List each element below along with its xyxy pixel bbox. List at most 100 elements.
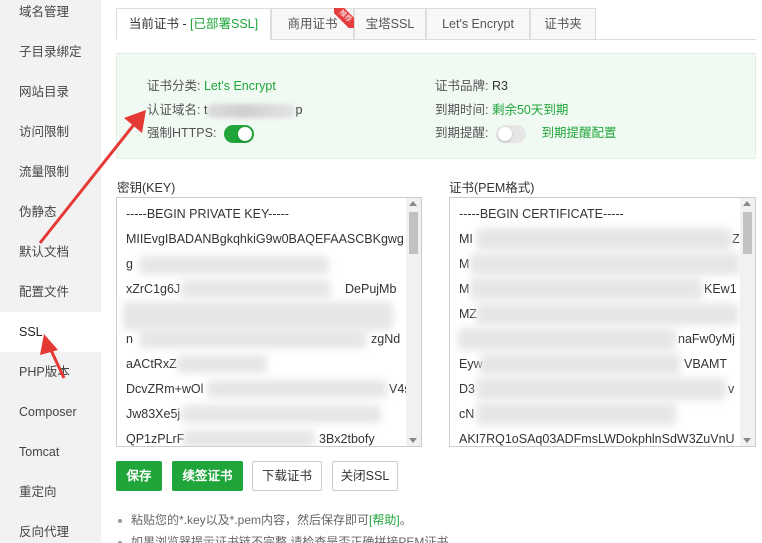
key-line: n (126, 332, 133, 346)
sidebar-item-tomcat[interactable]: Tomcat (0, 432, 101, 472)
cert-line: -----BEGIN CERTIFICATE----- (459, 207, 624, 221)
cert-line-tail: naFw0yMj (678, 332, 735, 346)
scroll-thumb[interactable] (743, 212, 752, 254)
ssl-settings-panel: 域名管理 子目录绑定 网站目录 访问限制 流量限制 伪静态 默认文档 配置文件 … (0, 0, 762, 543)
key-line: DcvZRm+wOl (126, 382, 204, 396)
cert-line: AKI7RQ1oSAq03ADFmsLWDokphlnSdW3ZuVnU (459, 432, 735, 446)
tab-current-cert[interactable]: 当前证书 - [已部署SSL] (116, 8, 271, 40)
recommend-badge: 推荐 (334, 8, 354, 28)
cert-expire-row: 到期时间: 剩余50天到期 (435, 99, 568, 118)
cert-category-value: Let's Encrypt (203, 79, 276, 93)
tab-cert-folder[interactable]: 证书夹 (530, 8, 596, 40)
expire-remind-row: 到期提醒: 到期提醒配置 (435, 122, 616, 143)
private-key-textarea[interactable]: -----BEGIN PRIVATE KEY----- MIIEvgIBADAN… (116, 197, 422, 447)
tab-letsencrypt[interactable]: Let's Encrypt (426, 8, 530, 40)
redaction-blur (470, 278, 702, 300)
sidebar-item-traffic-limit[interactable]: 流量限制 (0, 152, 101, 192)
sidebar-item-php-version[interactable]: PHP版本 (0, 352, 101, 392)
redaction-blur (207, 380, 387, 398)
tab-commercial-label: 商用证书 (287, 17, 338, 31)
redacted-domain (207, 103, 296, 118)
force-https-toggle[interactable] (223, 124, 254, 143)
cert-category-row: 证书分类: Let's Encrypt (147, 75, 276, 94)
scroll-down-arrow-icon[interactable] (409, 438, 417, 443)
cert-line: M (459, 282, 470, 296)
cert-domain-label: 认证域名: (147, 103, 201, 117)
redaction-blur (123, 302, 393, 330)
renew-cert-button[interactable]: 续签证书 (172, 461, 243, 491)
redaction-blur (476, 378, 726, 400)
tab-current-cert-status: [已部署SSL] (190, 17, 259, 31)
redaction-blur (458, 328, 676, 350)
cert-line: M (459, 257, 470, 271)
redaction-blur (181, 405, 381, 423)
certificate-textarea[interactable]: -----BEGIN CERTIFICATE----- MI M M MZ Ey… (449, 197, 756, 447)
scroll-thumb[interactable] (409, 212, 418, 254)
redaction-blur (476, 228, 732, 250)
cert-info-panel: 证书分类: Let's Encrypt 认证域名: tp 强制HTTPS: 证书… (116, 53, 756, 159)
recommend-badge-text: 推荐 (334, 8, 354, 28)
key-line: -----BEGIN PRIVATE KEY----- (126, 207, 289, 221)
cert-line: cN (459, 407, 475, 421)
sidebar-item-ssl[interactable]: SSL (0, 312, 102, 352)
redaction-blur (181, 280, 331, 298)
tip-paste-key: 粘贴您的*.key以及*.pem内容，然后保存即可[帮助]。 (118, 511, 412, 528)
toggle-knob (497, 126, 512, 141)
tab-current-cert-label: 当前证书 - (128, 17, 191, 31)
key-line: aACtRxZ (126, 357, 177, 371)
help-link[interactable]: [帮助] (369, 513, 400, 527)
key-line: MIIEvgIBADANBgkqhkiG9w0BAQEFAASCBKgwg (126, 232, 404, 246)
close-ssl-button[interactable]: 关闭SSL (332, 461, 398, 491)
key-line: Jw83Xe5j (126, 407, 181, 421)
site-settings-sidebar: 域名管理 子目录绑定 网站目录 访问限制 流量限制 伪静态 默认文档 配置文件 … (0, 0, 102, 543)
sidebar-item-reverse-proxy[interactable]: 反向代理 (0, 512, 101, 543)
force-https-row: 强制HTTPS: (147, 122, 254, 143)
scroll-up-arrow-icon[interactable] (409, 201, 417, 206)
redaction-blur (183, 430, 315, 446)
cert-expire-label: 到期时间: (435, 103, 489, 117)
scroll-up-arrow-icon[interactable] (743, 201, 751, 206)
key-scrollbar[interactable] (406, 198, 421, 446)
sidebar-item-default-doc[interactable]: 默认文档 (0, 232, 101, 272)
tip-cert-chain-text: 如果浏览器提示证书链不完整,请检查是否正确拼接PEM证书 (131, 535, 449, 543)
expire-remind-label: 到期提醒: (435, 126, 489, 140)
sidebar-item-redirect[interactable]: 重定向 (0, 472, 101, 512)
expire-remind-toggle[interactable] (495, 124, 526, 143)
key-line-tail: 3Bx2tbofy (319, 432, 375, 446)
cert-line-tail: Z (732, 232, 740, 246)
sidebar-item-composer[interactable]: Composer (0, 392, 101, 432)
sidebar-item-config-file[interactable]: 配置文件 (0, 272, 101, 312)
redaction-blur (476, 403, 676, 425)
cert-domain-row: 认证域名: tp (147, 99, 302, 118)
tip-paste-key-end: 。 (399, 513, 412, 527)
key-line: QP1zPLrF (126, 432, 185, 446)
cert-line-tail: v (728, 382, 735, 396)
tab-baota-ssl[interactable]: 宝塔SSL (354, 8, 426, 40)
toggle-knob (237, 126, 252, 141)
key-line-tail: DePujMb (345, 282, 397, 296)
redaction-blur (480, 353, 680, 375)
sidebar-item-rewrite[interactable]: 伪静态 (0, 192, 101, 232)
save-button[interactable]: 保存 (116, 461, 162, 491)
cert-expire-value: 剩余50天到期 (491, 103, 569, 117)
scroll-down-arrow-icon[interactable] (743, 438, 751, 443)
cert-scrollbar[interactable] (740, 198, 755, 446)
sidebar-item-access-limit[interactable]: 访问限制 (0, 112, 101, 152)
sidebar-item-subdirectory[interactable]: 子目录绑定 (0, 32, 101, 72)
cert-brand-row: 证书品牌: R3 (435, 75, 508, 94)
cert-line: MZ (459, 307, 478, 321)
redaction-blur (139, 256, 329, 274)
sidebar-item-domain[interactable]: 域名管理 (0, 0, 101, 32)
download-cert-button[interactable]: 下载证书 (252, 461, 322, 491)
tip-paste-key-text: 粘贴您的*.key以及*.pem内容，然后保存即可 (131, 513, 370, 527)
certificate-label: 证书(PEM格式) (449, 181, 535, 195)
key-line: g (126, 257, 133, 271)
key-line-tail: zgNd (371, 332, 401, 346)
tab-commercial-cert[interactable]: 商用证书 推荐 (271, 8, 354, 40)
cert-brand-value: R3 (491, 79, 508, 93)
cert-line: D3 (459, 382, 475, 396)
cert-domain-value-end: p (295, 103, 303, 117)
expire-remind-config-link[interactable]: 到期提醒配置 (541, 126, 616, 140)
sidebar-item-site-directory[interactable]: 网站目录 (0, 72, 101, 112)
cert-line-tail: VBAMT (684, 357, 728, 371)
